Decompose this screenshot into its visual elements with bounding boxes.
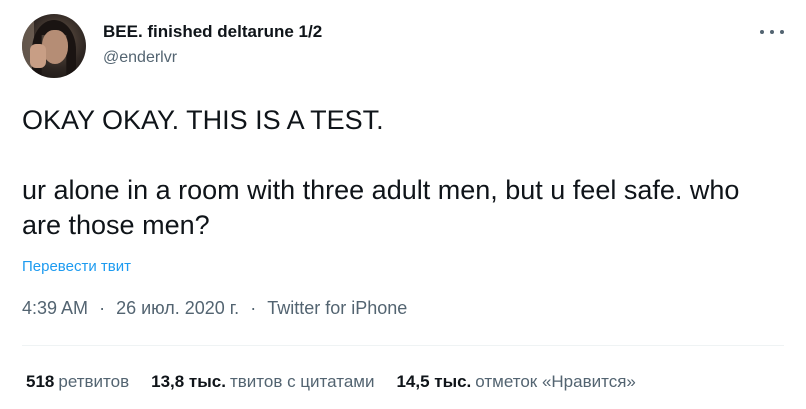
- more-dot: [770, 30, 774, 34]
- tweet-text: OKAY OKAY. THIS IS A TEST. ur alone in a…: [22, 103, 762, 243]
- tweet-time[interactable]: 4:39 AM: [22, 298, 88, 318]
- more-dot: [780, 30, 784, 34]
- display-name[interactable]: BEE. finished deltarune 1/2: [103, 22, 322, 42]
- tweet-date[interactable]: 26 июл. 2020 г.: [116, 298, 239, 318]
- tweet-meta: 4:39 AM · 26 июл. 2020 г. · Twitter for …: [22, 298, 407, 319]
- tweet-stats: 518 ретвитов 13,8 тыс. твитов с цитатами 1…: [26, 372, 658, 392]
- tweet-text-line-2: ur alone in a room with three adult men,…: [22, 175, 740, 240]
- translate-tweet-link[interactable]: Перевести твит: [22, 258, 131, 275]
- quotes-label: твитов с цитатами: [229, 372, 375, 391]
- tweet-source[interactable]: Twitter for iPhone: [267, 298, 407, 318]
- more-horizontal-icon[interactable]: [760, 22, 784, 42]
- meta-separator: ·: [99, 298, 106, 318]
- likes-count: 14,5 тыс.: [396, 372, 472, 391]
- retweets-stat[interactable]: 518 ретвитов: [26, 372, 129, 392]
- likes-stat[interactable]: 14,5 тыс. отметок «Нравится»: [396, 372, 635, 392]
- meta-separator: ·: [250, 298, 257, 318]
- more-dot: [760, 30, 764, 34]
- divider: [22, 345, 784, 346]
- likes-label: отметок «Нравится»: [475, 372, 636, 391]
- retweets-count: 518: [26, 372, 55, 391]
- quotes-stat[interactable]: 13,8 тыс. твитов с цитатами: [151, 372, 374, 392]
- retweets-label: ретвитов: [58, 372, 130, 391]
- avatar[interactable]: [22, 14, 86, 78]
- quotes-count: 13,8 тыс.: [151, 372, 226, 391]
- avatar-hand: [30, 44, 46, 68]
- user-handle[interactable]: @enderlvr: [103, 49, 177, 67]
- tweet-card: BEE. finished deltarune 1/2 @enderlvr OK…: [0, 0, 806, 409]
- tweet-text-line-1: OKAY OKAY. THIS IS A TEST.: [22, 105, 384, 135]
